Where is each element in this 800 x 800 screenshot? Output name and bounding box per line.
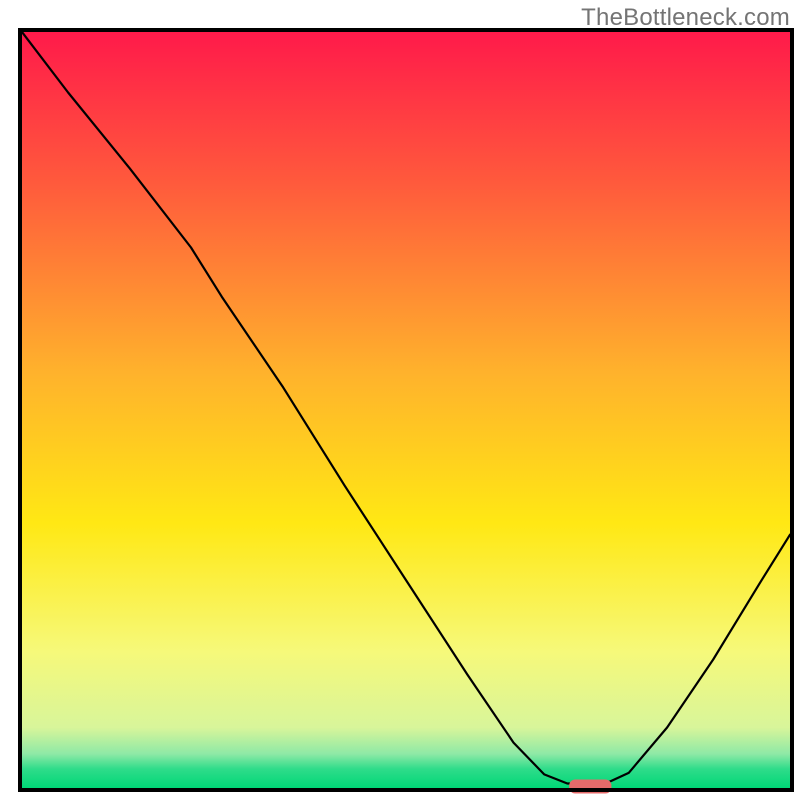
gradient-background [22, 32, 790, 788]
bottleneck-chart: TheBottleneck.com [0, 0, 800, 800]
chart-svg [0, 0, 800, 800]
watermark-text: TheBottleneck.com [581, 4, 790, 32]
